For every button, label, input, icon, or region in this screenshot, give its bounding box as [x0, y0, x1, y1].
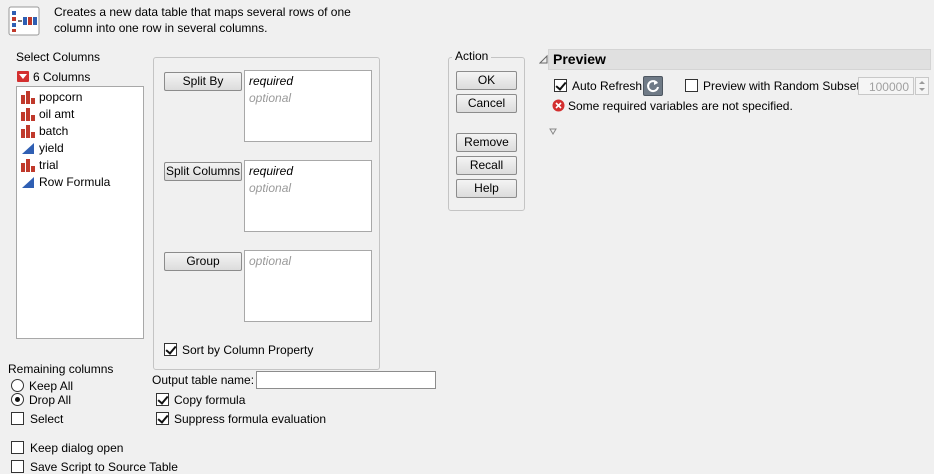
continuous-column-icon	[21, 142, 35, 155]
column-list-item[interactable]: oil amt	[21, 106, 141, 123]
copy-formula-label: Copy formula	[174, 393, 246, 407]
platform-icon	[8, 6, 40, 36]
split-by-optional: optional	[249, 91, 292, 105]
column-name: popcorn	[39, 90, 83, 104]
keep-all-radio[interactable]	[11, 379, 24, 392]
random-subset-label: Preview with Random Subset	[703, 79, 860, 93]
output-table-name-label: Output table name:	[152, 373, 255, 387]
split-columns-button[interactable]: Split Columns	[164, 162, 242, 181]
copy-formula-checkbox[interactable]	[156, 393, 169, 406]
split-columns-optional: optional	[249, 181, 292, 195]
select-checkbox[interactable]	[11, 412, 24, 425]
suppress-formula-checkbox[interactable]	[156, 412, 169, 425]
column-count: 6 Columns	[33, 70, 91, 84]
random-subset-checkbox[interactable]	[685, 79, 698, 92]
cancel-button[interactable]: Cancel	[456, 94, 517, 113]
collapsed-outline-icon[interactable]	[549, 124, 557, 135]
random-subset-input[interactable]: 100000	[858, 77, 914, 95]
random-subset-value: 100000	[868, 80, 909, 94]
preview-disclosure-icon[interactable]	[538, 53, 548, 64]
keep-dialog-open-checkbox[interactable]	[11, 441, 24, 454]
sort-by-column-property-checkbox[interactable]	[164, 343, 177, 356]
save-script-checkbox[interactable]	[11, 460, 24, 473]
column-name: Row Formula	[39, 175, 111, 189]
select-label: Select	[30, 412, 64, 426]
column-list-item[interactable]: trial	[21, 157, 141, 174]
split-columns-role-box[interactable]: required optional	[244, 160, 372, 232]
suppress-formula-label: Suppress formula evaluation	[174, 412, 327, 426]
nominal-column-icon	[21, 125, 35, 138]
help-button[interactable]: Help	[456, 179, 517, 198]
column-list-item[interactable]: popcorn	[21, 89, 141, 106]
continuous-column-icon	[21, 176, 35, 189]
column-list-item[interactable]: yield	[21, 140, 141, 157]
column-name: oil amt	[39, 107, 75, 121]
column-name: trial	[39, 158, 59, 172]
save-script-label: Save Script to Source Table	[30, 460, 178, 474]
error-icon	[552, 99, 565, 112]
group-role-box[interactable]: optional	[244, 250, 372, 322]
error-message: Some required variables are not specifie…	[568, 99, 793, 113]
column-name: batch	[39, 124, 69, 138]
split-by-role-box[interactable]: required optional	[244, 70, 372, 142]
split-columns-required: required	[249, 164, 294, 178]
description-text: Creates a new data table that maps sever…	[54, 5, 351, 35]
remaining-columns-title: Remaining columns	[8, 362, 114, 376]
preview-title: Preview	[553, 51, 606, 67]
ok-button[interactable]: OK	[456, 71, 517, 90]
drop-all-label: Drop All	[29, 393, 72, 407]
group-button[interactable]: Group	[164, 252, 242, 271]
split-by-button[interactable]: Split By	[164, 72, 242, 91]
split-by-required: required	[249, 74, 294, 88]
keep-all-label: Keep All	[29, 379, 74, 393]
select-columns-title: Select Columns	[16, 50, 101, 64]
drop-all-radio[interactable]	[11, 393, 24, 406]
sort-by-column-property-label: Sort by Column Property	[182, 343, 314, 357]
column-list-item[interactable]: batch	[21, 123, 141, 140]
nominal-column-icon	[21, 108, 35, 121]
nominal-column-icon	[21, 91, 35, 104]
action-title: Action	[452, 49, 492, 63]
random-subset-spinner[interactable]	[915, 77, 929, 95]
auto-refresh-checkbox[interactable]	[554, 79, 567, 92]
group-optional: optional	[249, 254, 292, 268]
remove-button[interactable]: Remove	[456, 133, 517, 152]
columns-dropdown-icon[interactable]	[17, 71, 29, 82]
keep-dialog-open-label: Keep dialog open	[30, 441, 124, 455]
output-table-name-input[interactable]	[256, 371, 436, 389]
refresh-icon[interactable]	[643, 76, 663, 96]
column-list-item[interactable]: Row Formula	[21, 174, 141, 191]
auto-refresh-label: Auto Refresh	[572, 79, 643, 93]
nominal-column-icon	[21, 159, 35, 172]
column-name: yield	[39, 141, 64, 155]
recall-button[interactable]: Recall	[456, 156, 517, 175]
column-list[interactable]: popcorn oil amt batch yield trial Row Formula	[16, 86, 144, 339]
